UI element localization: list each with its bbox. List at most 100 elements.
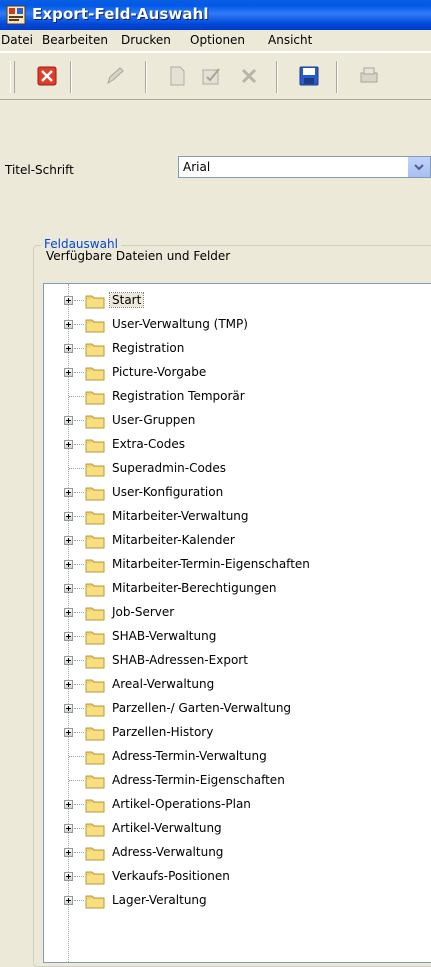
delete-x-icon[interactable] [238,65,260,87]
tree-item[interactable]: Mitarbeiter-Verwaltung [44,505,431,529]
expand-plus-icon[interactable] [64,320,73,329]
new-document-icon[interactable] [166,65,188,87]
expand-plus-icon[interactable] [64,848,73,857]
tree-connector [74,636,84,637]
tree-item-label: Mitarbeiter-Verwaltung [112,509,249,523]
tree-item[interactable]: Verkaufs-Positionen [44,865,431,889]
expand-plus-icon[interactable] [64,488,73,497]
tree-connector [74,732,84,733]
folder-icon [85,583,105,597]
folder-icon [85,847,105,861]
expand-plus-icon[interactable] [64,800,73,809]
tree-item[interactable]: Extra-Codes [44,433,431,457]
close-red-x-icon[interactable] [36,65,58,87]
expand-plus-icon[interactable] [64,512,73,521]
tree-connector [74,828,84,829]
tree-connector [69,756,84,757]
tree-item-label: User-Konfiguration [112,485,224,499]
tree-connector [74,876,84,877]
tree-item[interactable]: Picture-Vorgabe [44,361,431,385]
tree-item[interactable]: Parzellen-/ Garten-Verwaltung [44,697,431,721]
folder-icon [85,511,105,525]
tree-item[interactable]: Adress-Termin-Eigenschaften [44,769,431,793]
tree-item[interactable]: Artikel-Operations-Plan [44,793,431,817]
tree-item[interactable]: Parzellen-History [44,721,431,745]
tree-connector [74,444,84,445]
menu-drucken[interactable]: Drucken [121,33,171,47]
tree-item[interactable]: Superadmin-Codes [44,457,431,481]
menu-datei[interactable]: Datei [1,33,33,47]
tree-item-label: Lager-Veraltung [112,893,207,907]
tree-item[interactable]: Mitarbeiter-Termin-Eigenschaften [44,553,431,577]
menu-bar: Datei Bearbeiten Drucken Optionen Ansich… [0,30,431,52]
files-tree[interactable]: Start User-Verwaltung (TMP) Registration Pi… [43,283,431,963]
expand-plus-icon[interactable] [64,416,73,425]
tree-item[interactable]: SHAB-Verwaltung [44,625,431,649]
tree-connector [74,804,84,805]
tree-item-label: Areal-Verwaltung [112,677,215,691]
expand-plus-icon[interactable] [64,656,73,665]
expand-plus-icon[interactable] [64,872,73,881]
folder-icon [85,439,105,453]
tree-item[interactable]: User-Konfiguration [44,481,431,505]
tree-item[interactable]: Adress-Verwaltung [44,841,431,865]
expand-plus-icon[interactable] [64,728,73,737]
app-icon[interactable] [6,5,26,25]
tree-item-label: Mitarbeiter-Kalender [112,533,235,547]
tree-item-label: Adress-Termin-Eigenschaften [112,773,285,787]
tree-item[interactable]: Mitarbeiter-Kalender [44,529,431,553]
title-font-select[interactable]: Arial [178,156,431,178]
tree-item[interactable]: Start [44,289,431,313]
save-disk-icon[interactable] [298,65,320,87]
tree-connector [74,588,84,589]
expand-plus-icon[interactable] [64,704,73,713]
tree-item-label: Artikel-Operations-Plan [112,797,251,811]
menu-ansicht[interactable]: Ansicht [268,33,312,47]
check-document-icon[interactable] [200,65,222,87]
title-bar[interactable]: Export-Feld-Auswahl [0,0,431,30]
expand-plus-icon[interactable] [64,560,73,569]
tree-item[interactable]: SHAB-Adressen-Export [44,649,431,673]
toolbar-grip[interactable] [10,61,15,93]
expand-plus-icon[interactable] [64,584,73,593]
tree-connector [74,612,84,613]
tree-item[interactable]: Mitarbeiter-Berechtigungen [44,577,431,601]
window-title: Export-Feld-Auswahl [32,5,209,23]
tree-item[interactable]: User-Gruppen [44,409,431,433]
tree-item[interactable]: Lager-Veraltung [44,889,431,913]
expand-plus-icon[interactable] [64,368,73,377]
print-icon[interactable] [358,65,380,87]
expand-plus-icon[interactable] [64,608,73,617]
dropdown-button[interactable] [407,157,430,177]
expand-plus-icon[interactable] [64,824,73,833]
expand-plus-icon[interactable] [64,896,73,905]
expand-plus-icon[interactable] [64,536,73,545]
tree-connector [74,420,84,421]
edit-pencil-icon[interactable] [104,65,126,87]
folder-icon [85,655,105,669]
tree-item[interactable]: Job-Server [44,601,431,625]
menu-optionen[interactable]: Optionen [190,33,245,47]
folder-icon [85,343,105,357]
tree-connector [69,780,84,781]
tree-item[interactable]: Artikel-Verwaltung [44,817,431,841]
expand-plus-icon[interactable] [64,632,73,641]
tree-item-label: Registration [112,341,185,355]
folder-icon [85,487,105,501]
folder-icon [85,319,105,333]
tree-item-label: Start [108,292,145,308]
tree-item[interactable]: Areal-Verwaltung [44,673,431,697]
expand-plus-icon[interactable] [64,344,73,353]
expand-plus-icon[interactable] [64,680,73,689]
folder-icon [85,295,105,309]
menu-bearbeiten[interactable]: Bearbeiten [42,33,108,47]
tree-item[interactable]: User-Verwaltung (TMP) [44,313,431,337]
expand-plus-icon[interactable] [64,296,73,305]
tree-item[interactable]: Registration Temporär [44,385,431,409]
tree-connector [74,900,84,901]
folder-icon [85,535,105,549]
tree-item[interactable]: Adress-Termin-Verwaltung [44,745,431,769]
tree-item[interactable]: Registration [44,337,431,361]
tree-item-label: Job-Server [112,605,175,619]
expand-plus-icon[interactable] [64,440,73,449]
